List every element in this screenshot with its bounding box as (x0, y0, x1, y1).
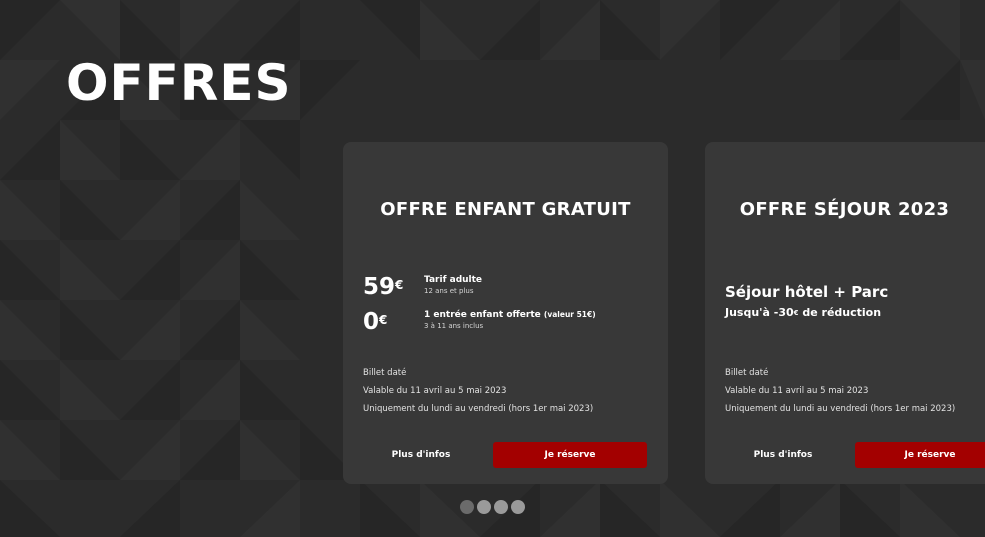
offer-details: Billet daté Valable du 11 avril au 5 mai… (363, 364, 593, 418)
detail-ticket-type: Billet daté (363, 368, 407, 378)
carousel-dot[interactable] (494, 500, 508, 514)
price-label-note: (valeur 51€) (543, 310, 596, 319)
book-button[interactable]: Je réserve (493, 442, 647, 468)
price-label-text: 1 entrée enfant offerte (424, 310, 541, 320)
carousel-pagination (460, 500, 525, 514)
currency-symbol: € (379, 313, 388, 327)
detail-ticket-type: Billet daté (725, 368, 769, 378)
price-value: 0 (363, 309, 380, 335)
price-label: Tarif adulte (424, 274, 482, 286)
promo-discount-prefix: Jusqu'à -30 (725, 306, 794, 319)
carousel-dot[interactable] (460, 500, 474, 514)
carousel-dot[interactable] (477, 500, 491, 514)
offer-details: Billet daté Valable du 11 avril au 5 mai… (725, 364, 955, 418)
price-value: 59 (363, 274, 396, 300)
detail-days: Uniquement du lundi au vendredi (hors 1e… (725, 404, 956, 414)
price-amount: 0€ (363, 308, 387, 336)
price-age-range: 12 ans et plus (424, 287, 474, 295)
offer-title: OFFRE ENFANT GRATUIT (380, 199, 631, 220)
offer-title: OFFRE SÉJOUR 2023 (739, 199, 950, 220)
promo-title: Séjour hôtel + Parc (725, 283, 889, 301)
price-info: Tarif adulte 12 ans et plus (424, 274, 482, 296)
detail-validity: Valable du 11 avril au 5 mai 2023 (363, 386, 507, 396)
currency-symbol: € (395, 278, 404, 292)
detail-validity: Valable du 11 avril au 5 mai 2023 (725, 386, 869, 396)
price-info: 1 entrée enfant offerte (valeur 51€) 3 à… (424, 309, 596, 331)
price-label: 1 entrée enfant offerte (valeur 51€) (424, 309, 596, 321)
book-button[interactable]: Je réserve (855, 442, 985, 468)
detail-days: Uniquement du lundi au vendredi (hors 1e… (363, 404, 594, 414)
more-info-link[interactable]: Plus d'infos (725, 442, 841, 468)
price-age-range: 3 à 11 ans inclus (424, 322, 484, 330)
price-amount: 59€ (363, 273, 403, 301)
offers-carousel: OFFRE ENFANT GRATUIT 59€ Tarif adulte 12… (0, 0, 985, 537)
offer-card-child-free: OFFRE ENFANT GRATUIT 59€ Tarif adulte 12… (343, 142, 668, 484)
offer-card-stay-2023: OFFRE SÉJOUR 2023 Séjour hôtel + Parc Ju… (705, 142, 985, 484)
promo-discount: Jusqu'à -30€ de réduction (725, 305, 881, 321)
carousel-dot[interactable] (511, 500, 525, 514)
promo-discount-suffix: de réduction (798, 306, 882, 319)
more-info-link[interactable]: Plus d'infos (363, 442, 479, 468)
price-label-text: Tarif adulte (424, 275, 483, 285)
